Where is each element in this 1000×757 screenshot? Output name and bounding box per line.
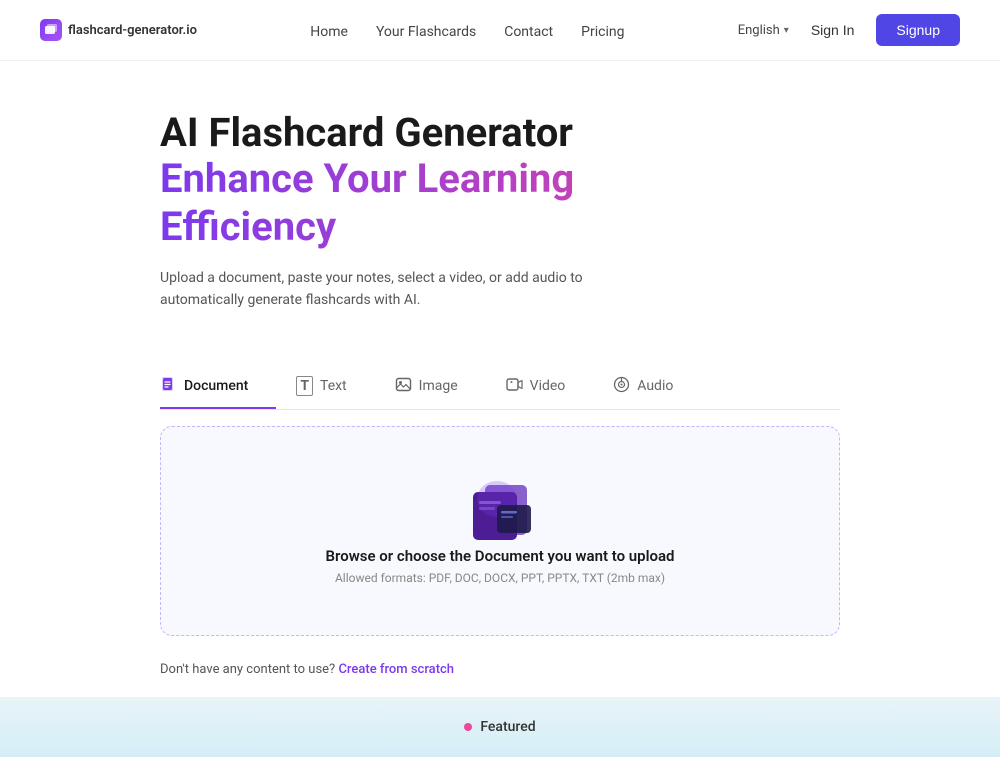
scratch-section: Don't have any content to use? Create fr… xyxy=(0,652,1000,697)
tab-image-label: Image xyxy=(419,378,458,394)
document-icon xyxy=(160,376,177,397)
featured-label: Featured xyxy=(480,719,535,735)
language-label: English xyxy=(738,23,780,38)
upload-illustration xyxy=(455,477,545,547)
tabs: Document T Text Image xyxy=(160,366,840,410)
logo-text: flashcard-generator.io xyxy=(68,23,197,38)
upload-title: Browse or choose the Document you want t… xyxy=(326,547,675,565)
nav-right: English ▾ Sign In Signup xyxy=(738,14,960,46)
tab-video[interactable]: Video xyxy=(506,366,594,409)
navbar: flashcard-generator.io Home Your Flashca… xyxy=(0,0,1000,61)
hero-title-line1: AI Flashcard Generator xyxy=(160,111,840,155)
tab-video-label: Video xyxy=(530,378,566,394)
tabs-container: Document T Text Image xyxy=(0,366,1000,410)
featured-dot xyxy=(464,723,472,731)
signin-button[interactable]: Sign In xyxy=(801,16,865,44)
video-icon xyxy=(506,376,523,397)
text-icon: T xyxy=(296,376,313,396)
tab-image[interactable]: Image xyxy=(395,366,486,409)
upload-dropzone[interactable]: Browse or choose the Document you want t… xyxy=(160,426,840,636)
nav-contact[interactable]: Contact xyxy=(504,24,553,40)
logo[interactable]: flashcard-generator.io xyxy=(40,19,197,41)
nav-flashcards[interactable]: Your Flashcards xyxy=(376,24,476,40)
chevron-down-icon: ▾ xyxy=(784,25,789,36)
signup-button[interactable]: Signup xyxy=(876,14,960,46)
nav-pricing[interactable]: Pricing xyxy=(581,24,624,40)
hero-section: AI Flashcard Generator Enhance Your Lear… xyxy=(0,61,1000,342)
scratch-prefix: Don't have any content to use? xyxy=(160,662,335,677)
upload-subtitle: Allowed formats: PDF, DOC, DOCX, PPT, PP… xyxy=(335,571,665,585)
tab-text[interactable]: T Text xyxy=(296,366,374,409)
featured-section: Featured xyxy=(0,697,1000,757)
logo-icon xyxy=(40,19,62,41)
tab-audio-label: Audio xyxy=(637,378,673,394)
hero-title-line2: Enhance Your Learning Efficiency xyxy=(160,155,840,251)
hero-subtitle: Upload a document, paste your notes, sel… xyxy=(160,267,600,312)
nav-home[interactable]: Home xyxy=(310,24,348,40)
scratch-link[interactable]: Create from scratch xyxy=(338,662,454,677)
audio-icon xyxy=(613,376,630,397)
image-icon xyxy=(395,376,412,397)
tab-document[interactable]: Document xyxy=(160,366,276,409)
upload-section: Browse or choose the Document you want t… xyxy=(0,410,1000,652)
nav-links: Home Your Flashcards Contact Pricing xyxy=(310,21,624,40)
tab-document-label: Document xyxy=(184,378,248,394)
tab-audio[interactable]: Audio xyxy=(613,366,701,409)
language-selector[interactable]: English ▾ xyxy=(738,23,789,38)
tab-text-label: Text xyxy=(320,378,347,394)
